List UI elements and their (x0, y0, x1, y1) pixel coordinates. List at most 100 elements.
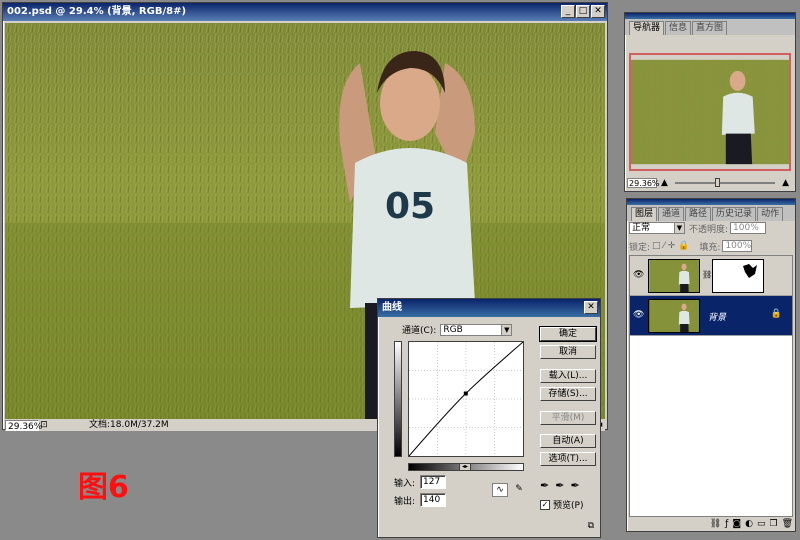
zoom-slider-thumb[interactable] (714, 178, 720, 187)
curve-tools: ∿ ✎ (492, 483, 527, 497)
output-row: 输出: 140 (394, 493, 446, 507)
preview-checkbox[interactable]: ✓ (540, 499, 550, 510)
navigator-zoom-field[interactable]: 29.36% (627, 178, 660, 188)
input-field[interactable]: 127 (420, 475, 446, 489)
preview-label: 预览(P) (553, 501, 584, 511)
tab-actions[interactable]: 动作 (757, 207, 784, 221)
smooth-button[interactable]: 平滑(M) (540, 411, 596, 425)
zoom-field[interactable]: 29.36% (5, 419, 42, 432)
opacity-value: 100% (733, 223, 759, 233)
input-row: 输入: 127 (394, 475, 446, 489)
adjustment-layer-icon[interactable]: ◐ (745, 519, 753, 531)
tab-history[interactable]: 历史记录 (712, 207, 757, 221)
blend-mode-value: 正常 (632, 223, 651, 233)
layer-thumbnail (648, 259, 700, 293)
white-eyedropper-icon[interactable]: ✒ (570, 479, 579, 492)
channel-select[interactable]: RGB ▼ (440, 323, 513, 336)
navigator-zoom-bar: 29.36% ▲ ▲ (627, 177, 793, 189)
close-button[interactable]: ✕ (584, 301, 598, 314)
save-button[interactable]: 存储(S)... (540, 387, 596, 401)
tab-layers[interactable]: 图层 (631, 207, 658, 221)
opacity-label: 不透明度: (689, 224, 729, 235)
status-icon: ⊡ (40, 420, 48, 430)
new-group-icon[interactable]: ▭ (757, 519, 766, 531)
opacity-field[interactable]: 100% (730, 222, 767, 234)
eyedroppers: ✒ ✒ ✒ (540, 479, 580, 492)
input-gradient-bar: ◂▸ (408, 463, 524, 471)
layers-titlebar[interactable] (627, 199, 795, 205)
navigator-preview[interactable] (629, 53, 791, 171)
gradient-toggle[interactable]: ◂▸ (459, 463, 471, 471)
pencil-icon[interactable]: ✎ (511, 483, 527, 497)
tab-histogram[interactable]: 直方图 (692, 21, 728, 35)
fill-label: 填充: (699, 242, 721, 253)
close-button[interactable]: ✕ (591, 5, 605, 18)
layers-footer: ⛓ ƒ ◙ ◐ ▭ ❐ 🗑 (629, 519, 793, 531)
tab-paths[interactable]: 路径 (685, 207, 712, 221)
load-button[interactable]: 载入(L)... (540, 369, 596, 383)
eye-icon[interactable]: 👁 (633, 270, 644, 280)
document-size-info: 文档:18.0M/37.2M (89, 420, 169, 430)
curves-dialog: 曲线 ✕ 通道(C): RGB ▼ ◂▸ 输入: 127 输出: 140 ∿ ✎ (377, 298, 601, 538)
figure-label: 图6 (78, 470, 129, 505)
blend-mode-select[interactable]: 正常 ▼ (629, 222, 685, 234)
minimize-button[interactable]: _ (561, 5, 575, 18)
layer-row-background[interactable]: 👁 背景 🔒 (630, 296, 792, 336)
gray-eyedropper-icon[interactable]: ✒ (555, 479, 564, 492)
delete-layer-icon[interactable]: 🗑 (782, 519, 793, 531)
add-mask-icon[interactable]: ◙ (732, 519, 741, 531)
layers-panel: 图层 通道 路径 历史记录 动作 正常 ▼ 不透明度: 100% 锁定: □ ⁄… (626, 198, 796, 532)
chevron-down-icon: ▼ (674, 223, 684, 233)
chain-link-icon[interactable]: ⛓ (702, 270, 712, 279)
link-layers-icon[interactable]: ⛓ (710, 519, 721, 531)
input-label: 输入: (394, 478, 416, 489)
lock-row: 锁定: □ ⁄ ✛ 🔒 填充: 100% (629, 239, 793, 253)
auto-button[interactable]: 自动(A) (540, 434, 596, 448)
tab-navigator[interactable]: 导航器 (629, 21, 665, 35)
lock-icons[interactable]: □ ⁄ ✛ 🔒 (652, 241, 689, 251)
lock-icon: 🔒 (770, 309, 782, 319)
lock-label: 锁定: (629, 242, 651, 253)
tab-info[interactable]: 信息 (665, 21, 692, 35)
layers-tabs: 图层 通道 路径 历史记录 动作 (627, 205, 795, 221)
channel-row: 通道(C): RGB ▼ (402, 323, 513, 336)
curve-graph[interactable] (408, 341, 524, 457)
zoom-in-icon[interactable]: ▲ (782, 178, 789, 188)
layer-row-curves[interactable]: 👁 ⛓ (630, 256, 792, 296)
cancel-button[interactable]: 取消 (540, 345, 596, 359)
fill-value: 100% (725, 241, 752, 251)
navigator-tabs: 导航器 信息 直方图 (625, 19, 795, 35)
curves-title: 曲线 (382, 302, 402, 313)
blend-row: 正常 ▼ 不透明度: 100% (629, 221, 793, 235)
layer-style-icon[interactable]: ƒ (725, 519, 728, 531)
document-titlebar[interactable]: 002.psd @ 29.4% (背景, RGB/8#) _ □ ✕ (3, 3, 607, 21)
new-layer-icon[interactable]: ❐ (769, 519, 777, 531)
navigator-zoom-slider[interactable]: ▲ ▲ (661, 178, 789, 188)
navigator-titlebar[interactable] (625, 13, 795, 19)
output-gradient-bar (394, 341, 402, 457)
eye-icon[interactable]: 👁 (633, 310, 644, 320)
curve-point (463, 391, 468, 396)
black-eyedropper-icon[interactable]: ✒ (540, 479, 549, 492)
output-field[interactable]: 140 (420, 493, 446, 507)
options-button[interactable]: 选项(T)... (540, 452, 596, 466)
curves-titlebar[interactable]: 曲线 ✕ (378, 299, 600, 317)
resize-dialog-icon[interactable]: ⧉ (588, 521, 594, 531)
fill-field[interactable]: 100% (722, 240, 753, 252)
layer-thumbnail (648, 299, 700, 333)
document-title: 002.psd @ 29.4% (背景, RGB/8#) (7, 6, 187, 17)
channel-label: 通道(C): (402, 326, 437, 336)
zoom-out-icon[interactable]: ▲ (661, 178, 668, 188)
maximize-button[interactable]: □ (576, 5, 590, 18)
layer-list: 👁 ⛓ 👁 背景 🔒 (629, 255, 793, 517)
channel-value: RGB (443, 324, 463, 335)
curve-point-tool-icon[interactable]: ∿ (492, 483, 508, 497)
ok-button[interactable]: 确定 (539, 326, 597, 342)
svg-text:05: 05 (385, 186, 435, 227)
layer-mask-thumbnail[interactable] (712, 259, 764, 293)
tab-channels[interactable]: 通道 (658, 207, 685, 221)
layer-name: 背景 (708, 313, 727, 323)
chevron-down-icon: ▼ (501, 324, 512, 335)
preview-row[interactable]: ✓ 预览(P) (540, 498, 583, 511)
navigator-panel: 导航器 信息 直方图 29.36% ▲ ▲ (624, 12, 796, 192)
